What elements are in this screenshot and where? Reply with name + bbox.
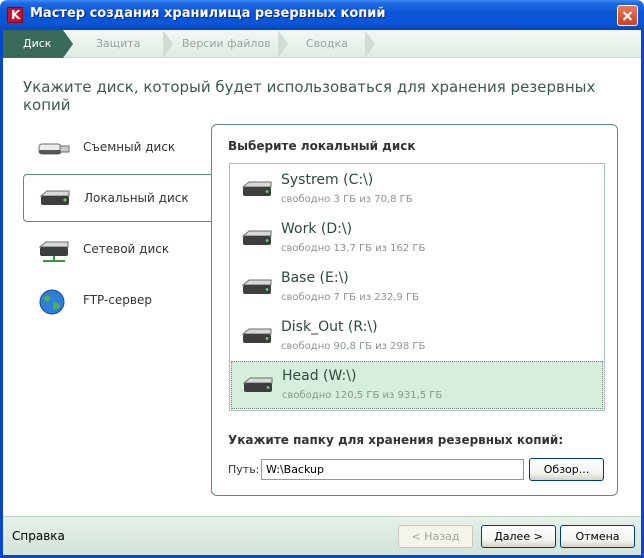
page-title: Укажите диск, который будет использовать…: [23, 78, 596, 114]
usb-drive-icon: [37, 136, 71, 161]
nav-item-removable-disk[interactable]: Съемный диск: [23, 124, 212, 172]
network-drive-icon: [37, 238, 71, 267]
wizard-steps: Диск Защита Версии файлов Сводка: [3, 30, 641, 58]
cancel-button[interactable]: Отмена: [560, 525, 635, 548]
kaspersky-app-icon: [7, 7, 23, 23]
disk-selection-panel: Выберите локальный диск Systrem (C:\) св…: [211, 124, 618, 496]
nav-label: Локальный диск: [84, 191, 189, 205]
step-disk: Диск: [23, 37, 52, 50]
footer-bar: Справка < Назад Далее > Отмена: [3, 516, 641, 555]
disk-list[interactable]: Systrem (C:\) свободно 3 ГБ из 70,8 ГБ W…: [229, 163, 605, 411]
globe-icon: [37, 289, 67, 322]
disk-name: Base (E:\): [281, 270, 349, 286]
disk-free-space: свободно 3 ГБ из 70,8 ГБ: [281, 194, 413, 205]
close-icon[interactable]: [617, 5, 638, 26]
nav-item-local-disk[interactable]: Локальный диск: [23, 174, 212, 222]
title-bar: Мастер создания хранилища резервных копи…: [0, 0, 644, 30]
disk-item-d[interactable]: Work (D:\) свободно 13,7 ГБ из 162 ГБ: [231, 215, 603, 263]
disk-name: Head (W:\): [282, 368, 357, 384]
path-label: Путь:: [228, 463, 260, 476]
nav-label: Съемный диск: [83, 140, 176, 154]
step-arrow: [365, 30, 375, 58]
browse-button[interactable]: Обзор...: [529, 458, 604, 481]
nav-item-ftp-server[interactable]: FTP-сервер: [23, 277, 212, 325]
help-link[interactable]: Справка: [12, 529, 65, 543]
step-protection: Защита: [96, 37, 141, 50]
step-arrow: [278, 30, 288, 58]
disk-free-space: свободно 90,8 ГБ из 298 ГБ: [281, 341, 426, 352]
hard-drive-icon: [241, 277, 273, 300]
folder-heading: Укажите папку для хранения резервных коп…: [228, 433, 564, 447]
back-button[interactable]: < Назад: [398, 525, 473, 548]
disk-free-space: свободно 13,7 ГБ из 162 ГБ: [281, 243, 426, 254]
disk-name: Systrem (C:\): [281, 172, 374, 188]
step-summary: Сводка: [306, 37, 348, 50]
disk-free-space: свободно 7 ГБ из 232,9 ГБ: [281, 292, 419, 303]
nav-item-network-disk[interactable]: Сетевой диск: [23, 226, 212, 274]
hard-drive-icon: [241, 228, 273, 251]
window-title: Мастер создания хранилища резервных копи…: [30, 6, 386, 21]
disk-item-r[interactable]: Disk_Out (R:\) свободно 90,8 ГБ из 298 Г…: [231, 313, 603, 361]
window-border-left: [0, 30, 3, 558]
hard-drive-icon: [38, 187, 72, 212]
path-input[interactable]: [261, 459, 524, 480]
hard-drive-icon: [241, 179, 273, 202]
disk-free-space: свободно 120,5 ГБ из 931,5 ГБ: [282, 390, 443, 401]
disk-item-e[interactable]: Base (E:\) свободно 7 ГБ из 232,9 ГБ: [231, 264, 603, 312]
nav-label: FTP-сервер: [83, 293, 152, 307]
panel-heading: Выберите локальный диск: [228, 139, 416, 153]
step-arrow: [63, 30, 73, 58]
step-file-versions: Версии файлов: [182, 37, 271, 50]
hard-drive-icon: [241, 326, 273, 349]
nav-label: Сетевой диск: [83, 242, 170, 256]
disk-name: Work (D:\): [281, 221, 353, 237]
next-button[interactable]: Далее >: [481, 525, 556, 548]
hard-drive-icon: [242, 375, 274, 398]
disk-name: Disk_Out (R:\): [281, 319, 378, 335]
step-arrow: [163, 30, 173, 58]
disk-item-c[interactable]: Systrem (C:\) свободно 3 ГБ из 70,8 ГБ: [231, 166, 603, 214]
disk-item-w[interactable]: Head (W:\) свободно 120,5 ГБ из 931,5 ГБ: [231, 361, 603, 409]
